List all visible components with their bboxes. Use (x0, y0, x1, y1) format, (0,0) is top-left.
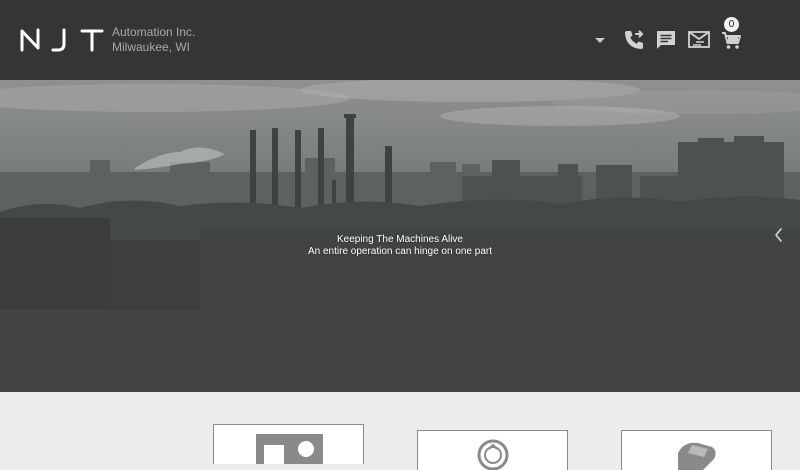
category-card-2[interactable] (417, 430, 568, 470)
chevron-down-icon[interactable] (588, 28, 612, 52)
company-name: Automation Inc. (112, 25, 196, 39)
hero-subtitle: An entire operation can hinge on one par… (307, 246, 493, 257)
phone-forward-icon[interactable] (622, 28, 646, 52)
category-card-3[interactable] (621, 430, 772, 470)
category-cards (0, 392, 800, 470)
mail-exchange-icon[interactable] (687, 28, 711, 52)
belt-icon (678, 442, 716, 470)
company-info: Automation Inc. Milwaukee, WI (112, 25, 195, 55)
chat-icon[interactable] (654, 28, 678, 52)
hero-slider: Keeping The Machines Alive An entire ope… (0, 80, 800, 392)
njt-logo[interactable] (20, 28, 104, 52)
slider-next-icon[interactable] (772, 226, 786, 244)
site-header: Automation Inc. Milwaukee, WI 0 (0, 0, 800, 80)
category-card-1[interactable] (213, 424, 364, 464)
company-location: Milwaukee, WI (112, 40, 191, 54)
bearing-icon (477, 439, 509, 470)
hero-title: Keeping The Machines Alive (336, 234, 463, 245)
id-card-icon (256, 434, 323, 464)
cart-count-badge: 0 (724, 17, 739, 32)
